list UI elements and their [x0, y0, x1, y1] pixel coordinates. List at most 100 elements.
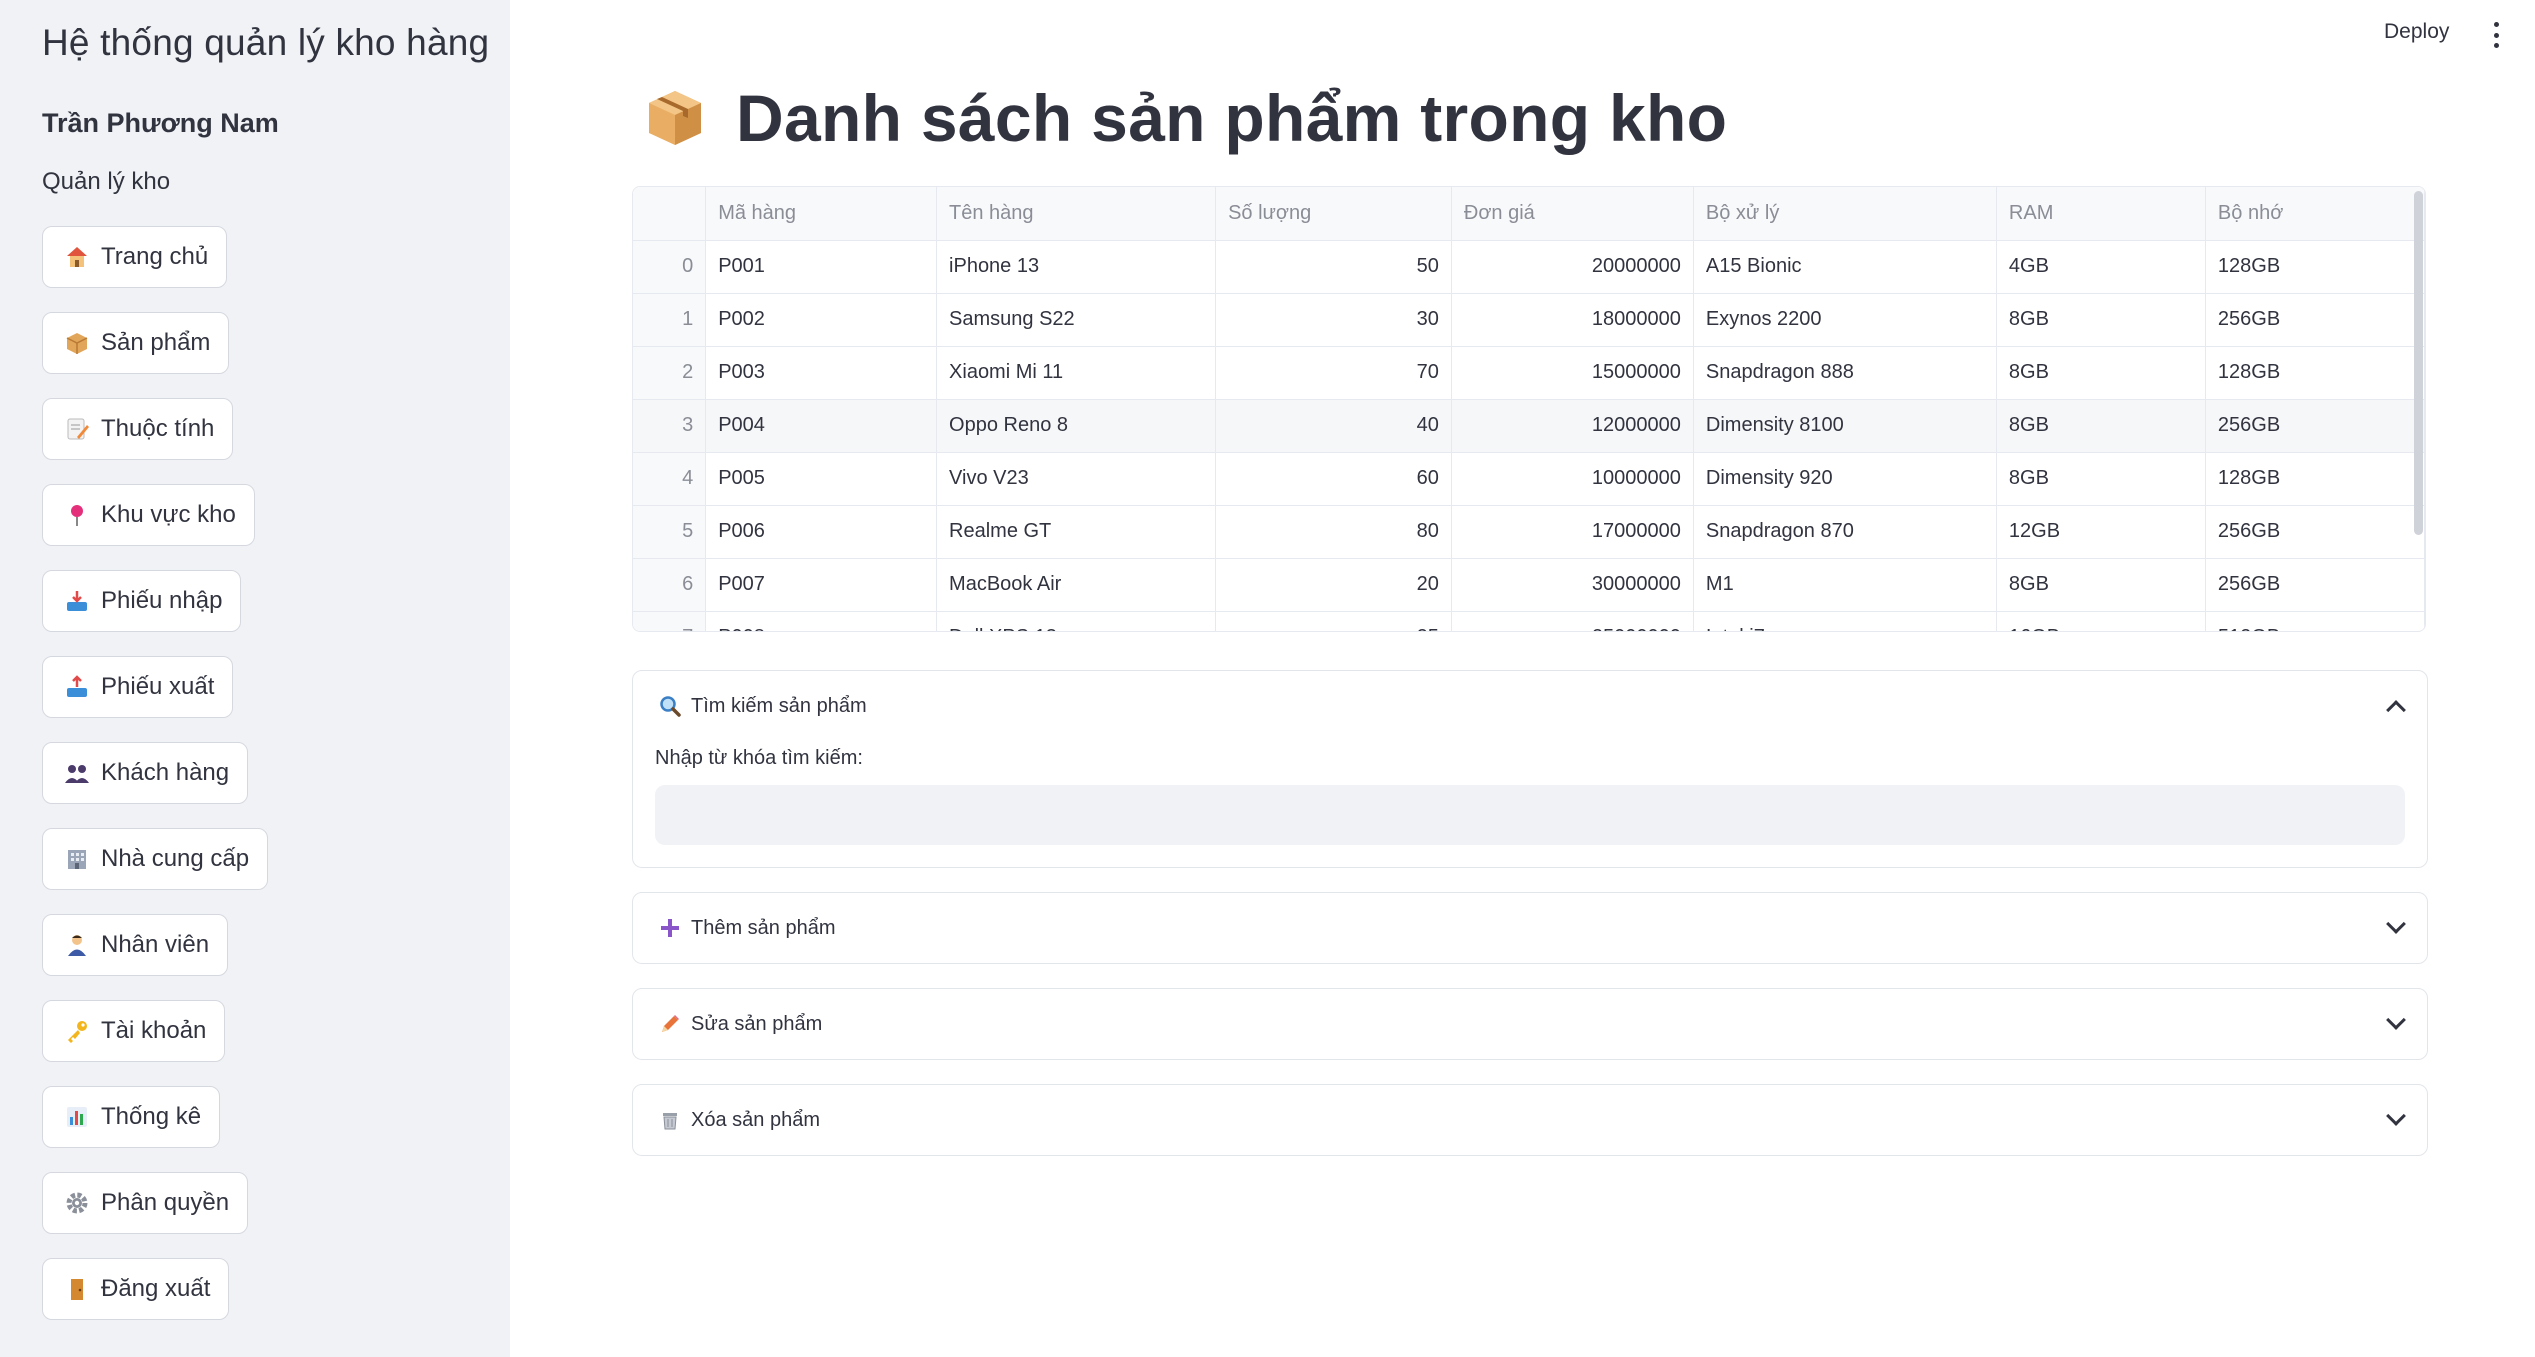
table-cell[interactable]: Dimensity 920	[1693, 452, 1997, 506]
table-cell[interactable]: 12GB	[1996, 505, 2206, 559]
table-cell[interactable]: 60	[1215, 452, 1452, 506]
table-cell[interactable]: 20000000	[1451, 240, 1694, 294]
deploy-button[interactable]: Deploy	[2384, 20, 2449, 44]
sidebar-item-label: Nhà cung cấp	[101, 845, 250, 872]
table-cell[interactable]: 15000000	[1451, 346, 1694, 400]
sidebar-item-phieu-nhap[interactable]: Phiếu nhập	[42, 570, 242, 632]
chevron-up-icon[interactable]	[2386, 700, 2406, 720]
table-cell[interactable]: P008	[705, 611, 938, 631]
table-cell[interactable]: 12000000	[1451, 399, 1694, 453]
column-header[interactable]: RAM	[1996, 187, 2206, 241]
table-cell[interactable]: 256GB	[2205, 293, 2425, 347]
more-menu-icon[interactable]	[2492, 22, 2500, 48]
table-cell[interactable]: 256GB	[2205, 505, 2425, 559]
table-cell[interactable]: P003	[705, 346, 938, 400]
table-cell[interactable]: MacBook Air	[936, 558, 1217, 612]
table-cell[interactable]: Snapdragon 870	[1693, 505, 1997, 559]
table-cell[interactable]: M1	[1693, 558, 1997, 612]
table-cell[interactable]: 25	[1215, 611, 1452, 631]
table-cell[interactable]: Samsung S22	[936, 293, 1217, 347]
sidebar-item-nhan-vien[interactable]: Nhân viên	[42, 914, 229, 976]
sidebar-item-khach-hang[interactable]: Khách hàng	[42, 742, 249, 804]
table-cell[interactable]: 8GB	[1996, 452, 2206, 506]
column-header[interactable]: Tên hàng	[936, 187, 1217, 241]
table-cell[interactable]: P006	[705, 505, 938, 559]
table-cell[interactable]: 25000000	[1451, 611, 1694, 631]
table-cell[interactable]: Xiaomi Mi 11	[936, 346, 1217, 400]
table-cell[interactable]: 30	[1215, 293, 1452, 347]
add-product-expander-header[interactable]: Thêm sản phẩm	[633, 893, 2427, 963]
door-icon	[63, 1275, 91, 1303]
table-cell[interactable]: iPhone 13	[936, 240, 1217, 294]
table-cell[interactable]: 10000000	[1451, 452, 1694, 506]
table-cell[interactable]: Dimensity 8100	[1693, 399, 1997, 453]
table-row: 4 P005 Vivo V23 60 10000000 Dimensity 92…	[633, 452, 2425, 506]
table-cell[interactable]: 70	[1215, 346, 1452, 400]
table-cell[interactable]: Dell XPS 13	[936, 611, 1217, 631]
table-cell[interactable]: 16GB	[1996, 611, 2206, 631]
table-cell[interactable]: 30000000	[1451, 558, 1694, 612]
delete-product-expander-header[interactable]: Xóa sản phẩm	[633, 1085, 2427, 1155]
sidebar-item-thuoc-tinh[interactable]: Thuộc tính	[42, 398, 234, 460]
user-name: Trần Phương Nam	[42, 108, 279, 138]
table-cell[interactable]: Exynos 2200	[1693, 293, 1997, 347]
table-cell[interactable]: P002	[705, 293, 938, 347]
chevron-down-icon[interactable]	[2386, 1010, 2406, 1030]
table-cell[interactable]: P001	[705, 240, 938, 294]
column-header[interactable]: Bộ nhớ	[2205, 187, 2425, 241]
column-header[interactable]: Bộ xử lý	[1693, 187, 1997, 241]
table-cell[interactable]: 256GB	[2205, 399, 2425, 453]
table-cell[interactable]: 4GB	[1996, 240, 2206, 294]
sidebar-item-dang-xuat[interactable]: Đăng xuất	[42, 1258, 230, 1320]
table-cell[interactable]: 8GB	[1996, 346, 2206, 400]
product-table[interactable]: Mã hàng Tên hàng Số lượng Đơn giá Bộ xử …	[632, 186, 2426, 632]
sidebar-item-san-pham[interactable]: Sản phẩm	[42, 312, 230, 374]
sidebar-item-phan-quyen[interactable]: Phân quyền	[42, 1172, 249, 1234]
search-expander-header[interactable]: Tìm kiếm sản phẩm	[633, 671, 2427, 741]
table-cell[interactable]: 128GB	[2205, 240, 2425, 294]
package-icon	[63, 329, 91, 357]
edit-product-expander-header[interactable]: Sửa sản phẩm	[633, 989, 2427, 1059]
table-cell[interactable]: P005	[705, 452, 938, 506]
sidebar-item-nha-cung-cap[interactable]: Nhà cung cấp	[42, 828, 269, 890]
sidebar-item-khu-vuc-kho[interactable]: Khu vực kho	[42, 484, 255, 546]
edit-product-expander[interactable]: Sửa sản phẩm	[632, 988, 2428, 1060]
key-icon	[63, 1017, 91, 1045]
sidebar-item-tai-khoan[interactable]: Tài khoản	[42, 1000, 226, 1062]
sidebar-item-thong-ke[interactable]: Thống kê	[42, 1086, 221, 1148]
table-cell[interactable]: Vivo V23	[936, 452, 1217, 506]
table-cell[interactable]: 8GB	[1996, 558, 2206, 612]
sidebar-item-label: Nhân viên	[101, 931, 210, 958]
column-header[interactable]: Mã hàng	[705, 187, 938, 241]
table-cell[interactable]: A15 Bionic	[1693, 240, 1997, 294]
table-cell[interactable]: 18000000	[1451, 293, 1694, 347]
column-header[interactable]: Đơn giá	[1451, 187, 1694, 241]
column-header[interactable]: Số lượng	[1215, 187, 1452, 241]
table-scrollbar[interactable]	[2414, 191, 2423, 535]
table-cell[interactable]: 20	[1215, 558, 1452, 612]
people-icon	[63, 759, 91, 787]
table-cell[interactable]: 8GB	[1996, 399, 2206, 453]
table-cell[interactable]: P004	[705, 399, 938, 453]
sidebar-item-trang-chu[interactable]: Trang chủ	[42, 226, 228, 288]
table-cell[interactable]: 8GB	[1996, 293, 2206, 347]
table-cell[interactable]: 80	[1215, 505, 1452, 559]
table-cell[interactable]: 256GB	[2205, 558, 2425, 612]
search-input[interactable]	[655, 785, 2405, 845]
chevron-down-icon[interactable]	[2386, 914, 2406, 934]
table-cell[interactable]: 17000000	[1451, 505, 1694, 559]
add-product-expander[interactable]: Thêm sản phẩm	[632, 892, 2428, 964]
chevron-down-icon[interactable]	[2386, 1106, 2406, 1126]
table-cell[interactable]: 128GB	[2205, 346, 2425, 400]
delete-product-expander[interactable]: Xóa sản phẩm	[632, 1084, 2428, 1156]
sidebar-item-phieu-xuat[interactable]: Phiếu xuất	[42, 656, 234, 718]
table-cell[interactable]: 40	[1215, 399, 1452, 453]
table-cell[interactable]: 50	[1215, 240, 1452, 294]
table-cell[interactable]: 128GB	[2205, 452, 2425, 506]
table-cell[interactable]: Intel i7	[1693, 611, 1997, 631]
table-cell[interactable]: Realme GT	[936, 505, 1217, 559]
table-cell[interactable]: 512GB	[2205, 611, 2425, 631]
table-cell[interactable]: Oppo Reno 8	[936, 399, 1217, 453]
table-cell[interactable]: Snapdragon 888	[1693, 346, 1997, 400]
table-cell[interactable]: P007	[705, 558, 938, 612]
